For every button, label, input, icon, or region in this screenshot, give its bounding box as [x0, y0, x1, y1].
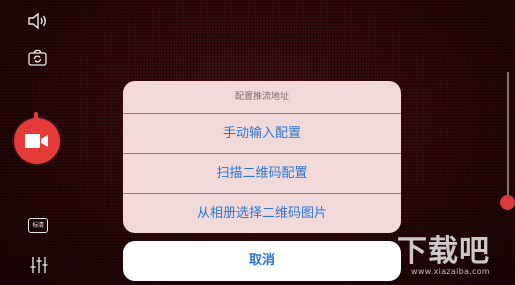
action-sheet-title: 配置推流地址 [123, 81, 401, 114]
action-sheet: 配置推流地址 手动输入配置 扫描二维码配置 从相册选择二维码图片 [123, 81, 401, 233]
camera-switch-icon[interactable] [27, 48, 49, 68]
watermark-logo: 下载吧 [397, 234, 490, 269]
scan-qr-option[interactable]: 扫描二维码配置 [123, 154, 401, 194]
zoom-slider-handle[interactable] [500, 195, 515, 210]
sliders-icon[interactable] [28, 254, 50, 276]
left-control-bar: 标清 [0, 0, 80, 285]
zoom-slider-track[interactable] [507, 72, 509, 202]
speaker-icon[interactable] [26, 11, 48, 31]
quality-toggle[interactable]: 标清 [28, 218, 48, 233]
watermark-url: www.xiazaiba.com [411, 267, 491, 276]
video-camera-icon [25, 134, 48, 148]
record-indicator [34, 112, 38, 120]
album-qr-option[interactable]: 从相册选择二维码图片 [123, 194, 401, 233]
record-button[interactable] [14, 112, 60, 164]
cancel-button[interactable]: 取消 [123, 241, 401, 281]
manual-input-option[interactable]: 手动输入配置 [123, 114, 401, 154]
